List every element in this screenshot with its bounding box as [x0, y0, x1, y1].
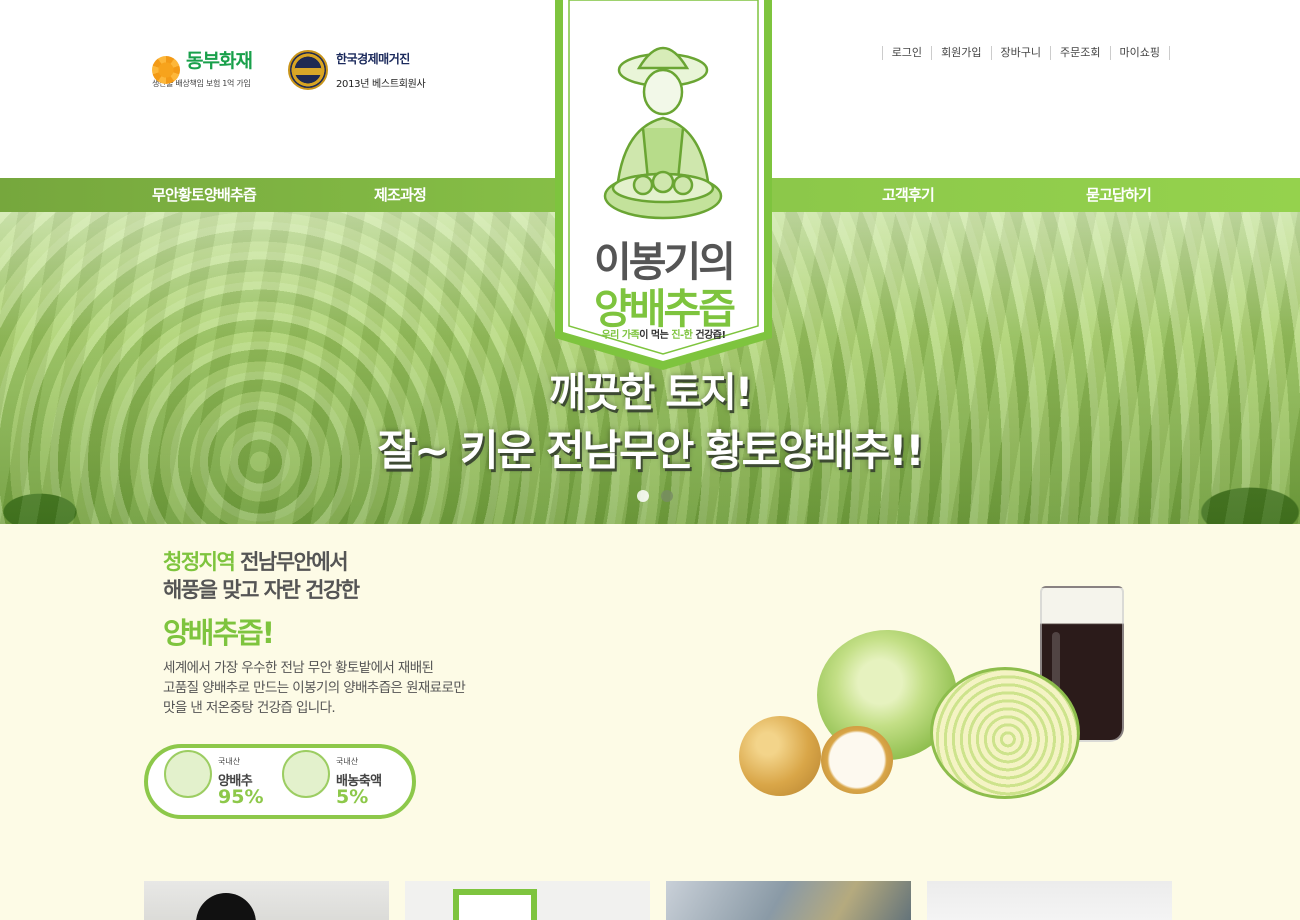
page: 동부화재 생산물 배상책임 보험 1억 가입 한국경제매거진 2013년 베스트… [0, 0, 1300, 920]
partner-magazine-name: 한국경제매거진 [336, 52, 410, 66]
thumbnail-3[interactable] [666, 881, 911, 920]
tagline-part-a: 우리 가족 [601, 330, 640, 341]
thumbnail-row [144, 881, 1172, 920]
tagline-part-c: 진-한 [671, 330, 693, 341]
nav-item-qna[interactable]: 묻고답하기 [1086, 178, 1152, 212]
half-cabbage-image [930, 667, 1080, 799]
order-lookup-link[interactable]: 주문조회 [1050, 46, 1109, 60]
intro-product-title: 양배추즙! [163, 616, 275, 650]
ingredient-origin-1: 국내산 [218, 757, 241, 766]
cabbage-icon [164, 750, 212, 798]
ingredient-origin-2: 국내산 [336, 757, 359, 766]
dongbu-flower-icon [152, 55, 180, 84]
intro-desc-line3: 맛을 낸 저온중탕 건강즙 입니다. [163, 700, 336, 716]
utility-menu: 로그인 회원가입 장바구니 주문조회 마이쇼핑 [881, 46, 1170, 60]
ingredient-ratio-box: 국내산 양배추 95% 국내산 배농축액 5% [144, 744, 416, 819]
brand-logo-banner[interactable]: 이봉기의 양배추즙 우리 가족이 먹는 진-한 건강즙! [555, 0, 772, 370]
medal-icon [288, 50, 328, 90]
nav-item-process[interactable]: 제조과정 [374, 178, 427, 212]
intro-heading-rest: 전남무안에서 [234, 550, 348, 574]
intro-heading-line2: 해풍을 맞고 자란 건강한 [163, 578, 360, 602]
intro-heading: 청정지역 전남무안에서 해풍을 맞고 자란 건강한 [163, 548, 360, 604]
intro-desc-line1: 세계에서 가장 우수한 전남 무안 황토밭에서 재배된 [163, 660, 434, 676]
ingredient-percent-1: 95% [218, 786, 264, 808]
nav-item-product[interactable]: 무안황토양배추즙 [152, 178, 257, 212]
partner-dongbu-name: 동부화재 [186, 50, 253, 72]
hero-headline-2: 잘~ 키운 전남무안 황토양배추!! [377, 426, 924, 475]
brand-tagline: 우리 가족이 먹는 진-한 건강즙! [555, 326, 772, 341]
my-shopping-link[interactable]: 마이쇼핑 [1109, 46, 1170, 60]
nav-item-reviews[interactable]: 고객후기 [882, 178, 935, 212]
slider-dots [637, 490, 673, 502]
signup-link[interactable]: 회원가입 [931, 46, 990, 60]
slide-dot-1[interactable] [637, 490, 649, 502]
cut-pear-image [821, 726, 893, 794]
partner-magazine-badge: 한국경제매거진 2013년 베스트회원사 [288, 50, 426, 90]
ingredient-percent-2: 5% [336, 786, 369, 808]
tagline-part-d: 건강즙! [692, 330, 726, 341]
pear-image [739, 716, 821, 796]
intro-desc-line2: 고품질 양배추로 만드는 이봉기의 양배추즙은 원재료로만 [163, 680, 466, 696]
login-link[interactable]: 로그인 [881, 46, 931, 60]
cart-link[interactable]: 장바구니 [990, 46, 1050, 60]
thumbnail-1[interactable] [144, 881, 389, 920]
intro-description: 세계에서 가장 우수한 전남 무안 황토밭에서 재배된 고품질 양배추로 만드는… [163, 658, 466, 718]
intro-heading-green: 청정지역 [163, 550, 236, 574]
thumbnail-4[interactable] [927, 881, 1172, 920]
product-photo [735, 582, 1155, 812]
pear-icon [282, 750, 330, 798]
intro-section: 청정지역 전남무안에서 해풍을 맞고 자란 건강한 양배추즙! 세계에서 가장 … [0, 524, 1300, 920]
partner-magazine-sub: 2013년 베스트회원사 [336, 79, 426, 90]
slide-dot-2[interactable] [661, 490, 673, 502]
thumbnail-2[interactable] [405, 881, 650, 920]
partner-dongbu-badge: 동부화재 생산물 배상책임 보험 1억 가입 [152, 50, 253, 89]
tagline-part-b: 이 먹는 [639, 330, 672, 341]
